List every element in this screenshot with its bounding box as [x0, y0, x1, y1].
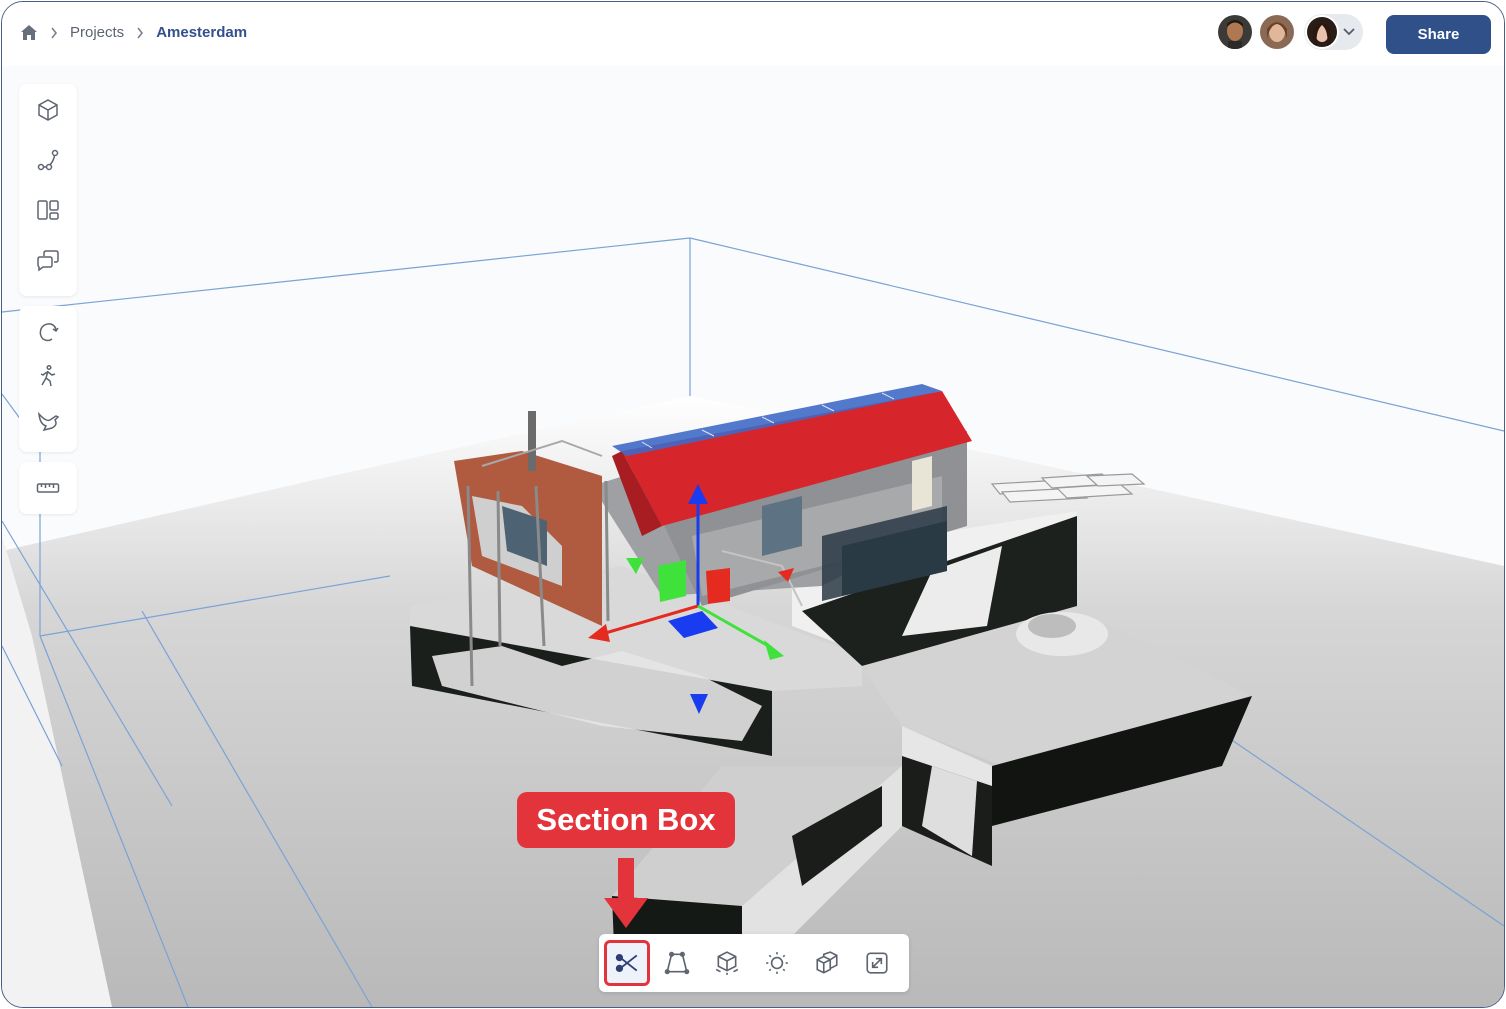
avatar-menu[interactable]	[1304, 14, 1363, 50]
app-window: Projects Amesterdam Share Section Box	[1, 1, 1505, 1008]
materials-icon[interactable]	[804, 940, 850, 986]
cube-icon[interactable]	[28, 90, 68, 130]
bottom-toolbar	[599, 934, 909, 992]
breadcrumb-current: Amesterdam	[156, 24, 248, 41]
lighting-icon[interactable]	[754, 940, 800, 986]
user-avatar-2[interactable]	[1260, 15, 1294, 49]
3d-viewport[interactable]: Section Box	[2, 66, 1504, 1007]
explode-model-icon[interactable]	[704, 940, 750, 986]
fly-icon[interactable]	[28, 400, 68, 440]
section-box-icon[interactable]	[604, 940, 650, 986]
left-toolbar-navigation	[19, 306, 77, 452]
user-avatar-1[interactable]	[1218, 15, 1252, 49]
section-box-callout: Section Box	[517, 792, 735, 848]
ruler-icon[interactable]	[28, 468, 68, 508]
left-toolbar-model	[19, 84, 77, 296]
share-button[interactable]: Share	[1386, 15, 1491, 54]
fullscreen-icon[interactable]	[854, 940, 900, 986]
breadcrumb: Projects Amesterdam	[20, 24, 247, 41]
chevron-right-icon	[136, 27, 144, 39]
chevron-right-icon	[50, 27, 58, 39]
walk-icon[interactable]	[28, 356, 68, 396]
breadcrumb-projects[interactable]: Projects	[70, 24, 124, 41]
layout-panels-icon[interactable]	[28, 190, 68, 230]
home-icon[interactable]	[20, 24, 38, 41]
collaborator-avatars	[1218, 14, 1363, 50]
comments-icon[interactable]	[28, 240, 68, 280]
orbit-icon[interactable]	[28, 312, 68, 352]
callout-arrow-icon	[604, 858, 648, 928]
top-bar: Projects Amesterdam Share	[2, 2, 1504, 66]
left-toolbar-measure	[19, 462, 77, 514]
chevron-down-icon	[1343, 28, 1355, 36]
user-avatar-3	[1307, 17, 1337, 47]
perspective-icon[interactable]	[654, 940, 700, 986]
path-nodes-icon[interactable]	[28, 140, 68, 180]
